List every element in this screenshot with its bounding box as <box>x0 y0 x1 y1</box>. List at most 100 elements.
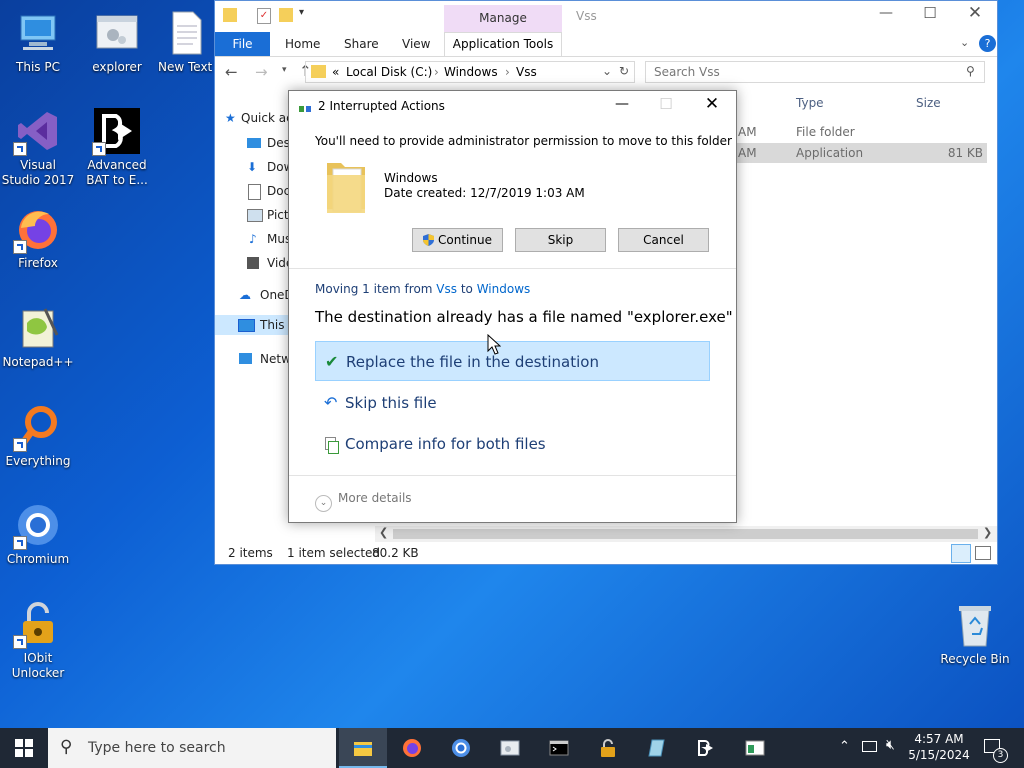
tab-file[interactable]: File <box>215 32 270 56</box>
dialog-title-bar[interactable]: 2 Interrupted Actions — ☐ ✕ <box>289 91 736 122</box>
desktop-icon-chromium[interactable]: Chromium <box>0 502 76 567</box>
taskbar-iobit-unlocker[interactable] <box>584 728 632 768</box>
shortcut-arrow-icon <box>13 536 27 550</box>
continue-button[interactable]: Continue <box>412 228 503 252</box>
desktop-icon-firefox[interactable]: Firefox <box>0 206 76 271</box>
volume-muted-icon[interactable]: 🔇︎ <box>886 737 895 753</box>
network-icon[interactable] <box>862 741 877 752</box>
tab-home[interactable]: Home <box>285 32 320 56</box>
column-header-type[interactable]: Type <box>796 96 824 110</box>
folder-name: Windows <box>384 171 438 185</box>
network-icon <box>239 353 252 364</box>
tab-view[interactable]: View <box>402 32 430 56</box>
breadcrumb-windows[interactable]: Windows <box>444 65 498 79</box>
desktop-icon-everything[interactable]: Everything <box>0 404 76 469</box>
dialog-close-button[interactable]: ✕ <box>697 94 727 114</box>
scrollbar-thumb[interactable] <box>393 529 978 539</box>
column-header-size[interactable]: Size <box>916 96 941 110</box>
skip-file-option[interactable]: ↶ Skip this file <box>315 383 710 423</box>
chevron-down-icon[interactable]: ⌄ <box>960 36 969 49</box>
desktop-icon-label: Visual Studio 2017 <box>1 158 75 187</box>
scroll-left-arrow-icon[interactable]: ❮ <box>379 526 388 539</box>
horizontal-scrollbar[interactable]: ❮ ❯ <box>375 526 997 542</box>
breadcrumb-local-disk[interactable]: Local Disk (C:) <box>346 65 432 79</box>
desktop-icon-notepad-plus-plus[interactable]: Notepad++ <box>0 305 76 370</box>
row-type: File folder <box>796 125 855 139</box>
clock[interactable]: 4:57 AM 5/15/2024 <box>906 731 972 763</box>
address-bar[interactable]: « Local Disk (C:) › Windows › Vss ⌄ ↻ <box>305 61 635 83</box>
taskbar-app-window[interactable] <box>731 728 779 768</box>
tab-application-tools[interactable]: Application Tools <box>444 32 562 56</box>
scroll-right-arrow-icon[interactable]: ❯ <box>983 526 992 539</box>
cancel-button[interactable]: Cancel <box>618 228 709 252</box>
chevron-down-icon[interactable]: ⌄ <box>602 64 612 78</box>
desktop-icon-new-text-document[interactable]: New Text Document <box>158 10 214 75</box>
terminal-icon <box>549 740 569 756</box>
folder-icon <box>311 65 326 78</box>
table-row[interactable]: AM File folder <box>730 122 987 142</box>
desktop-icon-visual-studio[interactable]: Visual Studio 2017 <box>0 108 76 188</box>
destination-folder-link[interactable]: Windows <box>477 282 531 296</box>
taskbar: ⚲ Type here to search ⌃ 🔇︎ 4:57 AM 5/15/… <box>0 728 1024 768</box>
desktop-icon-iobit-unlocker[interactable]: IObit Unlocker <box>0 601 76 681</box>
search-icon[interactable]: ⚲ <box>966 64 975 78</box>
new-folder-icon[interactable] <box>279 8 293 22</box>
close-button[interactable]: ✕ <box>960 3 990 23</box>
taskbar-notepad[interactable] <box>633 728 681 768</box>
table-row-selected[interactable]: AM Application 81 KB <box>730 143 987 163</box>
taskbar-chromium[interactable] <box>437 728 485 768</box>
taskbar-command-prompt[interactable] <box>535 728 583 768</box>
dialog-minimize-button[interactable]: — <box>607 96 637 112</box>
action-center-button[interactable]: 3 <box>980 728 1010 768</box>
desktop-icon-recycle-bin[interactable]: Recycle Bin <box>937 602 1013 667</box>
chevron-down-icon[interactable]: ▾ <box>299 7 304 18</box>
recycle-bin-icon <box>952 602 998 648</box>
help-icon[interactable]: ? <box>979 35 996 52</box>
tab-share[interactable]: Share <box>344 32 379 56</box>
taskbar-search-input[interactable]: Type here to search <box>88 740 226 756</box>
breadcrumb-vss[interactable]: Vss <box>516 65 537 79</box>
uac-shield-icon <box>423 231 435 246</box>
row-size: 81 KB <box>947 146 983 160</box>
status-bar: 2 items 1 item selected 80.2 KB <box>215 541 997 565</box>
breadcrumb-separator: › <box>505 65 510 79</box>
minimize-button[interactable]: — <box>871 5 901 21</box>
recent-locations-icon[interactable]: ▾ <box>282 65 287 75</box>
shortcut-arrow-icon <box>13 240 27 254</box>
start-button[interactable] <box>0 728 48 768</box>
taskbar-file-explorer[interactable] <box>339 728 387 768</box>
row-type: Application <box>796 146 864 160</box>
chevron-down-circle-icon: ⌄ <box>315 495 332 512</box>
desktop-icon-advanced-bat[interactable]: Advanced BAT to E... <box>79 108 155 188</box>
search-box[interactable]: Search Vss ⚲ <box>645 61 985 83</box>
more-details-toggle[interactable]: ⌄ More details <box>315 491 412 512</box>
compare-files-option[interactable]: Compare info for both files <box>315 424 710 464</box>
replace-file-option[interactable]: ✔ Replace the file in the destination <box>315 341 710 381</box>
desktop-icon-this-pc[interactable]: This PC <box>0 10 76 75</box>
desktop-icon-explorer[interactable]: explorer <box>79 10 155 75</box>
skip-button[interactable]: Skip <box>515 228 606 252</box>
cloud-icon: ☁ <box>239 288 251 302</box>
large-icons-view-icon[interactable] <box>975 546 991 560</box>
search-input[interactable]: Search Vss <box>654 65 720 79</box>
back-arrow-icon[interactable]: ← <box>225 63 238 81</box>
details-view-icon[interactable] <box>951 544 971 563</box>
desktop-icon-label: Recycle Bin <box>940 652 1010 666</box>
conflict-message: The destination already has a file named… <box>315 308 733 326</box>
refresh-icon[interactable]: ↻ <box>619 64 629 78</box>
desktop-icon-label: Chromium <box>6 552 70 566</box>
taskbar-search-box[interactable]: ⚲ Type here to search <box>48 728 336 768</box>
folder-icon <box>223 8 237 22</box>
maximize-button[interactable]: ☐ <box>915 4 945 22</box>
download-arrow-icon: ⬇ <box>247 160 258 174</box>
chevron-up-icon[interactable]: ⌃ <box>839 739 850 754</box>
taskbar-advanced-bat[interactable] <box>682 728 730 768</box>
address-overflow[interactable]: « <box>332 65 339 79</box>
window-app-icon <box>745 740 765 756</box>
taskbar-explorer-app[interactable] <box>486 728 534 768</box>
desktop-icon-label: Notepad++ <box>2 355 74 369</box>
properties-icon[interactable]: ✓ <box>257 8 271 24</box>
source-folder-link[interactable]: Vss <box>436 282 457 296</box>
forward-arrow-icon[interactable]: → <box>255 63 268 81</box>
taskbar-firefox[interactable] <box>388 728 436 768</box>
